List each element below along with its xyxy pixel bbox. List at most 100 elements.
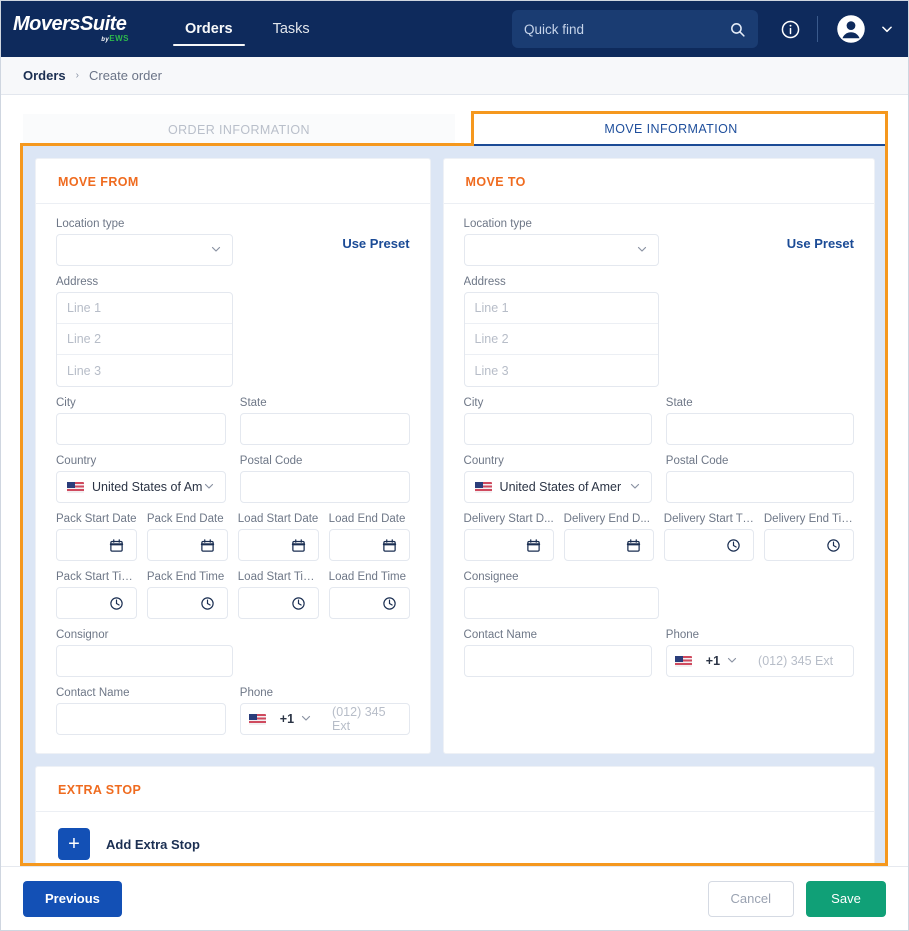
move-to-location-type-group: Location type — [464, 218, 659, 266]
move-from-country-value: United States of Amer — [92, 480, 203, 494]
move-to-city-input[interactable] — [464, 413, 652, 445]
move-from-body: Location type Use Preset — [36, 204, 430, 753]
move-from-city-group: City — [56, 397, 226, 445]
move-from-city-input[interactable] — [56, 413, 226, 445]
calendar-icon[interactable] — [382, 538, 397, 553]
move-to-delivery-start-date-input[interactable] — [464, 529, 554, 561]
move-from-use-preset-link[interactable]: Use Preset — [342, 236, 409, 251]
clock-icon[interactable] — [291, 596, 306, 611]
move-from-load-start-time-input[interactable] — [238, 587, 319, 619]
move-from-postal-input[interactable] — [240, 471, 410, 503]
nav-tab-orders[interactable]: Orders — [165, 1, 253, 57]
clock-icon[interactable] — [200, 596, 215, 611]
cancel-button[interactable]: Cancel — [708, 881, 794, 917]
move-to-delivery-end-time-label: Delivery End Time — [764, 513, 854, 525]
move-to-header: MOVE TO — [444, 159, 874, 204]
tab-order-information[interactable]: ORDER INFORMATION — [23, 114, 455, 146]
us-flag-icon — [67, 482, 84, 493]
nav-tab-tasks[interactable]: Tasks — [253, 1, 330, 57]
move-from-panel: MOVE FROM Location type — [35, 158, 431, 754]
move-to-delivery-end-time-group: Delivery End Time — [764, 513, 854, 561]
move-from-pack-start-date-input[interactable] — [56, 529, 137, 561]
move-to-phone-input[interactable]: +1 (012) 345 Ext — [666, 645, 854, 677]
move-to-address-line-3[interactable]: Line 3 — [465, 355, 658, 386]
move-from-pack-end-time-input[interactable] — [147, 587, 228, 619]
move-to-phone-label: Phone — [666, 629, 854, 641]
move-to-contact-name-label: Contact Name — [464, 629, 652, 641]
info-icon[interactable] — [780, 19, 801, 40]
move-to-contact-phone-row: Contact Name Phone +1 (012) — [464, 629, 854, 677]
top-navigation-bar: MoversSuite byEWS Orders Tasks Quick fin… — [1, 1, 908, 57]
add-extra-stop-label[interactable]: Add Extra Stop — [106, 837, 200, 852]
calendar-icon[interactable] — [526, 538, 541, 553]
clock-icon[interactable] — [726, 538, 741, 553]
primary-nav-tabs: Orders Tasks — [165, 1, 330, 57]
move-from-country-select[interactable]: United States of Amer — [56, 471, 226, 503]
move-from-country-group: Country United States of Amer — [56, 455, 226, 503]
move-to-address-line-2[interactable]: Line 2 — [465, 324, 658, 355]
move-from-consignor-input[interactable] — [56, 645, 233, 677]
chevron-down-icon — [203, 480, 215, 495]
user-avatar-icon[interactable] — [836, 14, 866, 44]
move-to-title: MOVE TO — [466, 175, 526, 189]
move-to-delivery-start-time-group: Delivery Start Ti... — [664, 513, 754, 561]
move-from-pack-end-date-input[interactable] — [147, 529, 228, 561]
move-to-address-label: Address — [464, 276, 659, 288]
move-from-date-row: Pack Start Date Pack End Date — [56, 513, 410, 561]
clock-icon[interactable] — [382, 596, 397, 611]
move-from-pack-start-time-input[interactable] — [56, 587, 137, 619]
calendar-icon[interactable] — [200, 538, 215, 553]
chevron-down-icon[interactable] — [880, 22, 894, 36]
chevron-down-icon[interactable] — [300, 712, 312, 727]
move-to-country-postal-row: Country United States of Amer Postal Cod… — [464, 455, 854, 503]
move-to-state-group: State — [666, 397, 854, 445]
move-to-delivery-end-date-input[interactable] — [564, 529, 654, 561]
move-from-contact-name-input[interactable] — [56, 703, 226, 735]
move-to-delivery-start-time-input[interactable] — [664, 529, 754, 561]
breadcrumb-item-orders[interactable]: Orders — [23, 68, 66, 83]
move-from-phone-input[interactable]: +1 (012) 345 Ext — [240, 703, 410, 735]
move-from-state-group: State — [240, 397, 410, 445]
calendar-icon[interactable] — [626, 538, 641, 553]
move-from-country-label: Country — [56, 455, 226, 467]
move-to-country-select[interactable]: United States of Amer — [464, 471, 652, 503]
move-from-contact-phone-row: Contact Name Phone +1 (012) — [56, 687, 410, 735]
move-to-use-preset-link[interactable]: Use Preset — [787, 236, 854, 251]
move-from-location-type-select[interactable] — [56, 234, 233, 266]
app-logo[interactable]: MoversSuite byEWS — [9, 14, 129, 45]
add-extra-stop-button[interactable]: + — [58, 828, 90, 860]
move-to-postal-input[interactable] — [666, 471, 854, 503]
move-from-pack-end-time-group: Pack End Time — [147, 571, 228, 619]
move-to-state-label: State — [666, 397, 854, 409]
move-from-state-input[interactable] — [240, 413, 410, 445]
clock-icon[interactable] — [826, 538, 841, 553]
quick-find-input[interactable]: Quick find — [512, 10, 758, 48]
move-to-address-line-1[interactable]: Line 1 — [465, 293, 658, 324]
move-to-preset-wrap: Use Preset — [659, 218, 854, 251]
clock-icon[interactable] — [109, 596, 124, 611]
move-from-load-end-date-input[interactable] — [329, 529, 410, 561]
move-to-location-type-select[interactable] — [464, 234, 659, 266]
move-from-country-postal-row: Country United States of Amer Postal Cod… — [56, 455, 410, 503]
move-from-address-line-3[interactable]: Line 3 — [57, 355, 232, 386]
move-from-load-start-date-input[interactable] — [238, 529, 319, 561]
calendar-icon[interactable] — [291, 538, 306, 553]
move-to-delivery-end-time-input[interactable] — [764, 529, 854, 561]
move-to-contact-name-input[interactable] — [464, 645, 652, 677]
move-to-consignee-input[interactable] — [464, 587, 659, 619]
move-from-load-end-time-input[interactable] — [329, 587, 410, 619]
tab-move-information[interactable]: MOVE INFORMATION — [455, 114, 887, 146]
move-to-state-input[interactable] — [666, 413, 854, 445]
move-from-phone-placeholder: (012) 345 Ext — [332, 705, 399, 733]
search-icon[interactable] — [729, 21, 746, 38]
chevron-down-icon[interactable] — [726, 654, 738, 669]
move-from-address-line-1[interactable]: Line 1 — [57, 293, 232, 324]
previous-button[interactable]: Previous — [23, 881, 122, 917]
move-from-header: MOVE FROM — [36, 159, 430, 204]
calendar-icon[interactable] — [109, 538, 124, 553]
extra-stop-panel: EXTRA STOP + Add Extra Stop — [35, 766, 875, 864]
move-from-address-line-2[interactable]: Line 2 — [57, 324, 232, 355]
extra-stop-header: EXTRA STOP — [36, 767, 874, 812]
save-button[interactable]: Save — [806, 881, 886, 917]
move-to-delivery-start-date-group: Delivery Start D... — [464, 513, 554, 561]
